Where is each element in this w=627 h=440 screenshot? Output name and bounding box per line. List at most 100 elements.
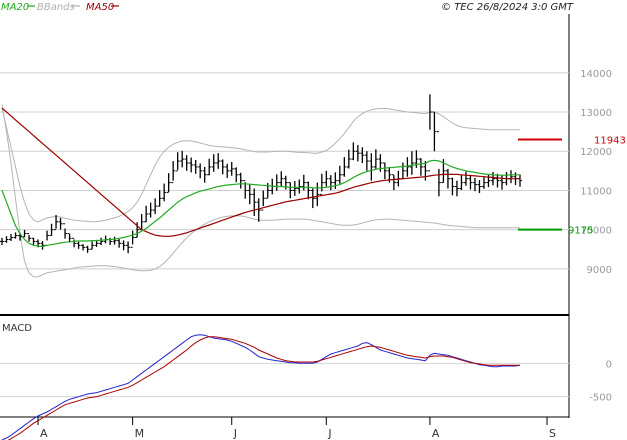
ohlc-bar [207, 158, 212, 176]
ohlc-bar [292, 181, 297, 196]
ohlc-bar [81, 244, 86, 251]
macd-tick-label: -500 [589, 393, 612, 404]
ohlc-bar [360, 147, 365, 163]
ohlc-bar [171, 161, 176, 184]
macd-lines [1, 334, 521, 440]
ohlc-bar [153, 198, 158, 214]
ohlc-bar [279, 171, 284, 187]
ohlc-bar [144, 205, 149, 223]
ohlc-bar [112, 236, 117, 245]
macd-y-axis-ticks: 0 -500 [589, 359, 612, 403]
ohlc-bar [180, 150, 185, 168]
macd-panel-title: MACD [2, 323, 32, 334]
ohlc-bar [189, 157, 194, 173]
month-label: M [135, 427, 145, 440]
ohlc-bar [369, 153, 374, 181]
ohlc-bar [297, 179, 302, 194]
ohlc-bar [211, 154, 216, 172]
price-gridlines [0, 72, 569, 270]
ohlc-bar [495, 173, 500, 188]
ohlc-bar [450, 177, 455, 196]
ohlc-bar [90, 241, 95, 250]
ohlc-bar [355, 144, 360, 162]
ohlc-bar [117, 239, 122, 248]
ohlc-bar [157, 190, 162, 207]
ohlc-bar [0, 237, 4, 245]
ohlc-bar [54, 214, 59, 231]
ohlc-bar [315, 182, 320, 207]
ohlc-bar [139, 213, 144, 231]
ohlc-bar [175, 152, 180, 172]
ohlc-bar [518, 174, 522, 187]
price-tick-label: 12000 [580, 147, 612, 158]
month-label: A [40, 427, 48, 440]
ohlc-bar [229, 162, 234, 176]
ohlc-bar [319, 173, 324, 195]
ohlc-bar [63, 223, 68, 239]
ohlc-bar [85, 245, 90, 253]
ohlc-bar [477, 180, 482, 193]
ohlc-bar [472, 177, 477, 192]
ohlc-bar [391, 174, 396, 191]
ohlc-bar [225, 163, 230, 178]
ohlc-bar [216, 153, 221, 169]
level-label: 11943 [594, 135, 626, 146]
ohlc-bar [27, 233, 32, 242]
ma20-line [1, 159, 520, 248]
ohlc-bar [256, 198, 261, 222]
legend-ma20: MA20 [1, 2, 29, 13]
ohlc-bar [162, 183, 167, 202]
ohlc-bar [382, 162, 387, 180]
ohlc-bar [76, 241, 81, 249]
ohlc-bar [130, 230, 135, 248]
macd-gridlines [0, 362, 569, 398]
ohlc-bar [247, 184, 252, 205]
ohlc-bar [274, 174, 279, 191]
price-y-axis-ticks: 90001000011000120001300014000 [580, 69, 612, 276]
ohlc-bar [301, 174, 306, 191]
ohlc-bar [310, 188, 315, 209]
chart-header: MA20 BBands MA50 © TEC 26/8/2024 3:0 GMT [1, 2, 574, 13]
ohlc-bar [4, 236, 9, 243]
ma50-line [1, 107, 520, 237]
ohlc-bar [373, 149, 378, 169]
ohlc-bar [486, 174, 491, 188]
price-tick-label: 14000 [580, 69, 612, 80]
ohlc-bar [364, 151, 369, 171]
ohlc-bar [427, 94, 432, 172]
ohlc-bar [328, 175, 333, 191]
ohlc-bar [72, 237, 77, 248]
ohlc-bar [9, 233, 14, 242]
ohlc-bar [459, 175, 464, 191]
ohlc-bar [400, 162, 405, 180]
ohlc-bar [45, 230, 50, 246]
ohlc-bar [481, 176, 486, 189]
ohlc-bar [99, 237, 104, 246]
ohlc-bar [508, 170, 513, 184]
ohlc-bar [346, 149, 351, 169]
ohlc-bar [22, 229, 27, 238]
ohlc-bar [405, 157, 410, 177]
ohlc-bar [40, 241, 45, 250]
month-label: J [233, 427, 237, 440]
month-label: S [549, 427, 556, 440]
ohlc-bar [238, 172, 243, 189]
level-label: 9175 [568, 226, 593, 237]
ohlc-bar [418, 158, 423, 176]
ohlc-bar [166, 173, 171, 193]
panel-frames: MACD [0, 14, 570, 418]
price-tick-label: 11000 [580, 186, 612, 197]
ohlc-bar [31, 237, 36, 245]
ohlc-bar [121, 240, 126, 251]
ohlc-bar [126, 241, 131, 254]
ohlc-bar [337, 165, 342, 184]
price-tick-label: 9000 [587, 265, 612, 276]
legend-ma50: MA50 [86, 2, 114, 13]
bband-upper-line [1, 107, 520, 223]
month-label: J [327, 427, 331, 440]
ohlc-bar [432, 111, 437, 152]
ohlc-bar [454, 180, 459, 197]
ohlc-bar [342, 157, 347, 177]
ohlc-bar [436, 131, 441, 197]
ohlc-bar [13, 232, 18, 239]
